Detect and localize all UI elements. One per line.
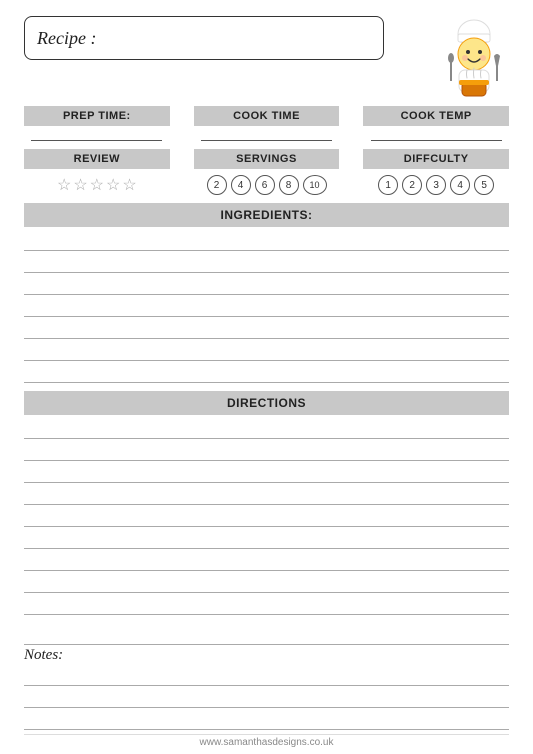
ingredient-line-6[interactable] <box>24 339 509 361</box>
notes-section: Notes: <box>24 621 509 730</box>
ingredient-line-2[interactable] <box>24 251 509 273</box>
serving-6[interactable]: 6 <box>255 175 275 195</box>
difficulty-label: DIFFCULTY <box>363 149 509 169</box>
directions-lines <box>24 417 509 615</box>
star-1[interactable]: ☆ <box>57 175 71 195</box>
review-col: REVIEW ☆ ☆ ☆ ☆ ☆ <box>24 149 170 195</box>
serving-8[interactable]: 8 <box>279 175 299 195</box>
notes-label: Notes: <box>24 647 63 664</box>
cook-temp-label: COOK TEMP <box>363 106 509 126</box>
ingredients-lines <box>24 229 509 383</box>
direction-line-7[interactable] <box>24 549 509 571</box>
difficulty-5[interactable]: 5 <box>474 175 494 195</box>
difficulty-1[interactable]: 1 <box>378 175 398 195</box>
notes-line-1[interactable] <box>24 664 509 686</box>
directions-header: DIRECTIONS <box>24 391 509 415</box>
prep-time-col: PREP TIME: <box>24 106 170 145</box>
ingredients-header: INGREDIENTS: <box>24 203 509 227</box>
serving-4[interactable]: 4 <box>231 175 251 195</box>
star-5[interactable]: ☆ <box>122 175 136 195</box>
star-2[interactable]: ☆ <box>73 175 87 195</box>
recipe-input[interactable]: Recipe : <box>24 16 384 60</box>
difficulty-3[interactable]: 3 <box>426 175 446 195</box>
cook-temp-col: COOK TEMP <box>363 106 509 145</box>
serving-2[interactable]: 2 <box>207 175 227 195</box>
cook-time-col: COOK TIME <box>194 106 340 145</box>
cook-time-label: COOK TIME <box>194 106 340 126</box>
notes-top-line <box>24 621 509 645</box>
info-row: PREP TIME: COOK TIME COOK TEMP <box>24 106 509 145</box>
footer: www.samanthasdesigns.co.uk <box>24 734 509 748</box>
ingredient-line-3[interactable] <box>24 273 509 295</box>
servings-options[interactable]: 2 4 6 8 10 <box>207 175 327 195</box>
servings-label: SERVINGS <box>194 149 340 169</box>
notes-line-2[interactable] <box>24 686 509 708</box>
star-3[interactable]: ☆ <box>90 175 104 195</box>
direction-line-6[interactable] <box>24 527 509 549</box>
footer-url: www.samanthasdesigns.co.uk <box>200 737 334 748</box>
chef-illustration <box>429 16 509 96</box>
serving-10[interactable]: 10 <box>303 175 327 195</box>
direction-line-1[interactable] <box>24 417 509 439</box>
ingredient-line-5[interactable] <box>24 317 509 339</box>
direction-line-3[interactable] <box>24 461 509 483</box>
difficulty-4[interactable]: 4 <box>450 175 470 195</box>
difficulty-2[interactable]: 2 <box>402 175 422 195</box>
prep-time-line <box>31 140 162 141</box>
cook-time-line <box>201 140 332 141</box>
notes-line-3[interactable] <box>24 708 509 730</box>
ingredient-line-4[interactable] <box>24 295 509 317</box>
stars-row[interactable]: ☆ ☆ ☆ ☆ ☆ <box>57 175 137 195</box>
direction-line-9[interactable] <box>24 593 509 615</box>
ingredient-line-7[interactable] <box>24 361 509 383</box>
review-servings-difficulty-row: REVIEW ☆ ☆ ☆ ☆ ☆ SERVINGS 2 4 6 8 10 DIF <box>24 149 509 195</box>
direction-line-4[interactable] <box>24 483 509 505</box>
direction-line-2[interactable] <box>24 439 509 461</box>
prep-time-label: PREP TIME: <box>24 106 170 126</box>
servings-col: SERVINGS 2 4 6 8 10 <box>194 149 340 195</box>
ingredient-line-1[interactable] <box>24 229 509 251</box>
cook-temp-line <box>371 140 502 141</box>
difficulty-options[interactable]: 1 2 3 4 5 <box>378 175 494 195</box>
direction-line-5[interactable] <box>24 505 509 527</box>
star-4[interactable]: ☆ <box>106 175 120 195</box>
difficulty-col: DIFFCULTY 1 2 3 4 5 <box>363 149 509 195</box>
recipe-label: Recipe : <box>37 28 96 49</box>
direction-line-8[interactable] <box>24 571 509 593</box>
review-label: REVIEW <box>24 149 170 169</box>
